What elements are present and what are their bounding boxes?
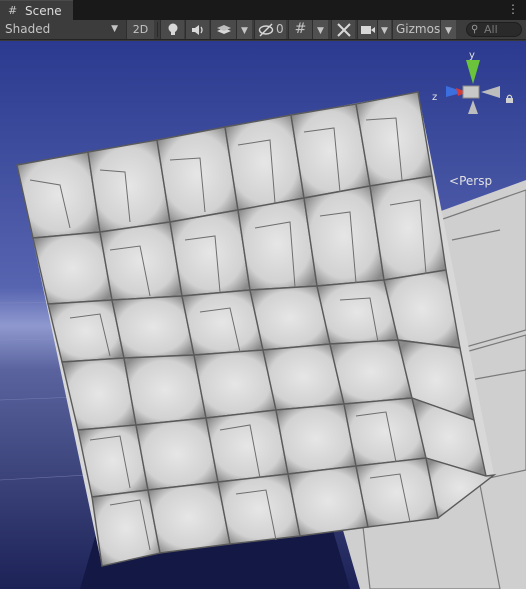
- gizmos-dropdown-button[interactable]: ▼: [440, 20, 456, 39]
- grid-toggle-button[interactable]: #: [288, 20, 312, 39]
- camera-button[interactable]: [357, 20, 377, 39]
- tab-label: Scene: [25, 4, 62, 18]
- audio-toggle-button[interactable]: [185, 20, 209, 39]
- search-input[interactable]: ⚲ All: [466, 22, 522, 37]
- chevron-down-icon: ▼: [381, 26, 388, 36]
- camera-dropdown-button[interactable]: ▼: [377, 20, 391, 39]
- tools-button[interactable]: [331, 20, 355, 39]
- grid-dropdown-button[interactable]: ▼: [312, 20, 328, 39]
- effects-layers-icon: [216, 25, 231, 34]
- projection-label[interactable]: <Persp: [449, 174, 492, 188]
- search-icon: ⚲: [471, 24, 479, 35]
- draw-mode-label: Shaded: [5, 22, 51, 36]
- hidden-count: 0: [276, 22, 284, 36]
- lock-icon[interactable]: [505, 94, 514, 104]
- camera-icon: [360, 26, 375, 34]
- effects-toggle-button[interactable]: [210, 20, 236, 39]
- gizmos-button[interactable]: Gizmos: [392, 20, 440, 39]
- speaker-icon: [191, 25, 203, 35]
- chevron-down-icon: ▼: [241, 26, 248, 36]
- grid-icon: #: [8, 4, 18, 17]
- search-placeholder: All: [484, 23, 498, 36]
- persp-arrow-icon: <: [449, 174, 460, 188]
- scene-render: y z: [0, 41, 526, 589]
- hidden-objects-toggle[interactable]: 0: [254, 20, 286, 39]
- scene-toolbar: Shaded ▼ 2D ▼ 0 # ▼ ▼ Gizmos ▼ ⚲ All: [0, 20, 526, 40]
- toggle-2d-button[interactable]: 2D: [126, 20, 154, 39]
- chevron-down-icon: ▼: [317, 26, 324, 36]
- lighting-toggle-button[interactable]: [160, 20, 184, 39]
- tab-scene[interactable]: # Scene: [0, 0, 73, 20]
- effects-dropdown-button[interactable]: ▼: [236, 20, 252, 39]
- toggle-2d-label: 2D: [132, 23, 149, 36]
- kebab-menu-icon[interactable]: ⋮: [507, 2, 519, 16]
- eye-slash-icon: [258, 23, 274, 37]
- scene-viewport[interactable]: y z <Persp: [0, 41, 526, 589]
- toolbar-divider: [157, 22, 158, 37]
- tools-icon: [336, 23, 351, 37]
- gizmo-z-label: z: [432, 92, 437, 103]
- gizmo-center-cube[interactable]: [462, 85, 480, 99]
- lightbulb-icon: [168, 23, 177, 35]
- draw-mode-dropdown[interactable]: Shaded ▼: [0, 20, 122, 39]
- chevron-down-icon: ▼: [445, 26, 452, 36]
- chevron-down-icon: ▼: [111, 24, 118, 34]
- grid-snap-icon: #: [294, 21, 307, 37]
- projection-text: Persp: [459, 174, 493, 188]
- tab-bar: # Scene ⋮: [0, 0, 526, 20]
- tiled-panel: [16, 91, 497, 567]
- gizmos-label: Gizmos: [396, 22, 441, 36]
- gizmo-y-label: y: [469, 50, 475, 61]
